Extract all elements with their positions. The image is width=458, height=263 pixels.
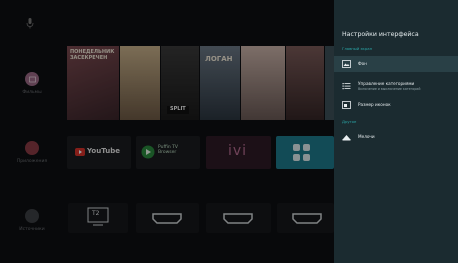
app-tile-youtube[interactable]: YouTube <box>67 136 131 169</box>
app-grid-icon <box>293 144 310 161</box>
settings-item-label: Размер иконок <box>358 102 391 107</box>
section-header-other: Другое <box>342 119 357 124</box>
rail-item-apps[interactable]: Приложения <box>10 141 54 164</box>
tv-home-screen: Фильмы Приложения Источники ПОНЕДЕЛЬНИК … <box>0 0 458 263</box>
app-tile-ivi[interactable]: ivi <box>206 136 271 169</box>
movies-icon <box>25 72 39 86</box>
interface-settings-panel: Настройки интерфейса Главный экран Фон У… <box>334 0 458 263</box>
rail-item-label: Приложения <box>16 159 48 164</box>
hdmi-icon <box>152 213 182 224</box>
movie-poster[interactable]: ЛОГАН <box>200 46 240 120</box>
input-label: T2 <box>92 210 100 217</box>
settings-item-background[interactable]: Фон <box>334 56 458 72</box>
settings-item-label: Управление категориями <box>358 81 415 86</box>
list-icon <box>342 83 351 90</box>
movie-poster[interactable]: SPLIT <box>161 46 199 120</box>
panel-title: Настройки интерфейса <box>342 31 419 38</box>
poster-title: ЛОГАН <box>205 55 233 63</box>
settings-item-icon-size[interactable]: Размер иконок <box>334 97 458 113</box>
settings-item-subtitle: Включение и выключение категорий <box>358 87 421 91</box>
settings-item-label: Фон <box>358 61 367 66</box>
rail-item-label: Фильмы <box>22 90 42 95</box>
rail-item-inputs[interactable]: Источники <box>10 209 54 232</box>
input-hdmi[interactable] <box>206 203 271 233</box>
inputs-icon <box>25 209 39 223</box>
movie-poster[interactable] <box>241 46 285 120</box>
app-name: Puffin TV Browser <box>158 145 178 156</box>
movie-poster[interactable] <box>120 46 160 120</box>
wallpaper-icon <box>342 60 351 68</box>
hdmi-icon <box>292 213 322 224</box>
hdmi-icon <box>223 213 253 224</box>
poster-title: SPLIT <box>167 106 189 114</box>
movie-poster[interactable] <box>286 46 324 120</box>
apps-icon <box>25 141 39 155</box>
microphone-icon[interactable] <box>24 17 36 31</box>
youtube-play-icon <box>75 148 85 156</box>
section-header-home: Главный экран <box>342 46 373 51</box>
app-name: YouTube <box>87 147 120 155</box>
input-t2[interactable]: T2 <box>68 203 128 233</box>
rail-item-label: Источники <box>19 227 45 232</box>
icon-size-icon <box>342 101 351 109</box>
app-name: ivi <box>228 143 248 159</box>
movie-poster[interactable] <box>325 46 334 120</box>
misc-icon <box>342 135 351 141</box>
poster-title: ПОНЕДЕЛЬНИК ЗАСЕКРЕЧЕН <box>70 49 115 61</box>
input-hdmi[interactable] <box>277 203 334 233</box>
movie-poster[interactable]: ПОНЕДЕЛЬНИК ЗАСЕКРЕЧЕН <box>67 46 119 120</box>
puffin-icon <box>141 145 155 159</box>
app-tile-apps-store[interactable] <box>276 136 334 169</box>
app-tile-puffin[interactable]: Puffin TV Browser <box>136 136 200 169</box>
settings-item-label: Мелочи <box>358 134 375 139</box>
rail-item-movies[interactable]: Фильмы <box>10 72 54 95</box>
settings-item-misc[interactable]: Мелочи <box>334 129 458 145</box>
settings-item-categories[interactable]: Управление категориями Включение и выклю… <box>334 78 458 94</box>
input-hdmi[interactable] <box>136 203 199 233</box>
